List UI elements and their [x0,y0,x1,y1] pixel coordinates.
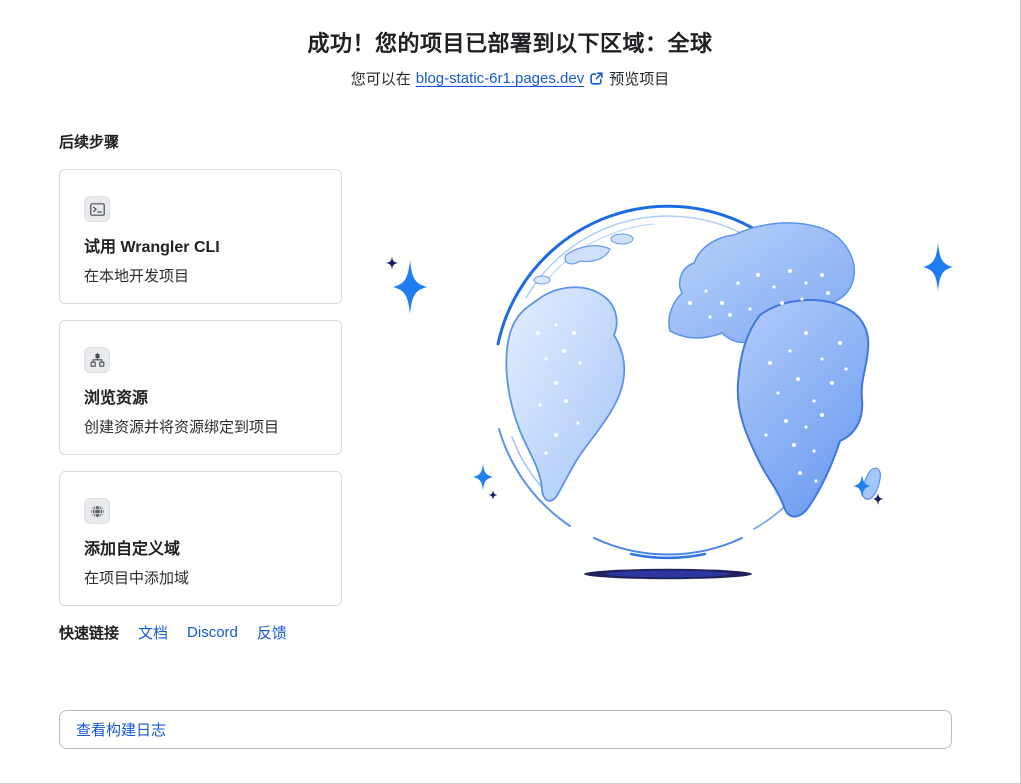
card-description: 在项目中添加域 [84,567,317,588]
page-title: 成功！您的项目已部署到以下区域：全球 [0,26,1020,58]
card-title: 浏览资源 [84,384,317,408]
card-description: 在本地开发项目 [84,265,317,286]
globe-icon [84,498,110,524]
quick-links: 快速链接 文档 Discord 反馈 [59,622,287,643]
sparkle-icons [386,243,953,505]
preview-link[interactable]: blog-static-6r1.pages.dev [416,70,584,87]
subtitle-suffix: 预览项目 [609,68,669,89]
globe-earth-illustration [370,183,970,595]
header: 成功！您的项目已部署到以下区域：全球 您可以在 blog-static-6r1.… [0,26,1020,89]
globe-continents [506,223,880,517]
next-steps-cards: 试用 Wrangler CLI 在本地开发项目 浏览资源 创建资源并将资源绑定到… [59,169,342,606]
quick-link-docs[interactable]: 文档 [138,622,168,643]
subtitle: 您可以在 blog-static-6r1.pages.dev 预览项目 [0,68,1020,89]
card-browse-resources[interactable]: 浏览资源 创建资源并将资源绑定到项目 [59,320,342,455]
view-build-log-button[interactable]: 查看构建日志 [59,710,952,749]
next-steps-heading: 后续步骤 [59,131,342,152]
card-wrangler-cli[interactable]: 试用 Wrangler CLI 在本地开发项目 [59,169,342,304]
terminal-icon [84,196,110,222]
deployment-success-page: { "header": { "title": "成功！您的项目已部署到以下区域：… [0,0,1021,784]
globe-shadow-ellipse [584,569,752,579]
external-link-icon[interactable] [589,71,604,86]
subtitle-prefix: 您可以在 [351,68,411,89]
card-custom-domain[interactable]: 添加自定义域 在项目中添加域 [59,471,342,606]
quick-links-heading: 快速链接 [59,622,119,643]
card-title: 添加自定义域 [84,535,317,559]
view-build-log-label: 查看构建日志 [76,719,166,740]
next-steps-section: 后续步骤 试用 Wrangler CLI 在本地开发项目 [59,131,342,606]
sitemap-icon [84,347,110,373]
card-title: 试用 Wrangler CLI [84,233,317,257]
quick-link-discord[interactable]: Discord [187,624,238,641]
quick-link-feedback[interactable]: 反馈 [257,622,287,643]
card-description: 创建资源并将资源绑定到项目 [84,416,317,437]
